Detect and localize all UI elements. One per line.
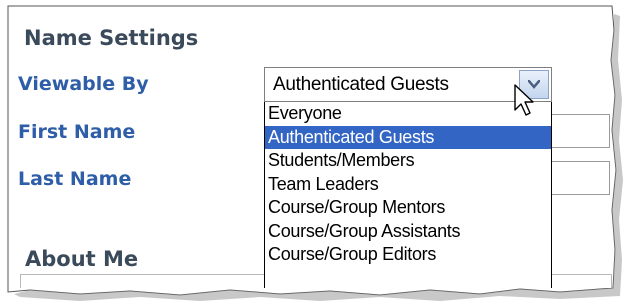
option-everyone[interactable]: Everyone <box>265 102 551 126</box>
viewable-by-select[interactable]: Authenticated Guests <box>264 67 552 102</box>
last-name-input[interactable] <box>548 161 610 195</box>
about-me-title: About Me <box>25 247 139 271</box>
option-course-group-mentors[interactable]: Course/Group Mentors <box>265 196 551 220</box>
first-name-label: First Name <box>18 121 136 143</box>
select-value: Authenticated Guests <box>273 74 449 95</box>
section-title: Name Settings <box>24 26 199 50</box>
option-students-members[interactable]: Students/Members <box>265 149 551 173</box>
mouse-pointer-icon <box>514 84 534 116</box>
option-course-group-editors[interactable]: Course/Group Editors <box>265 243 551 267</box>
option-team-leaders[interactable]: Team Leaders <box>265 173 551 197</box>
name-settings-panel: Name Settings Viewable By First Name Las… <box>8 10 612 288</box>
first-name-input[interactable] <box>548 114 610 148</box>
last-name-label: Last Name <box>18 168 132 190</box>
option-course-group-assistants[interactable]: Course/Group Assistants <box>265 220 551 244</box>
viewable-by-options: Everyone Authenticated Guests Students/M… <box>264 102 552 288</box>
option-authenticated-guests[interactable]: Authenticated Guests <box>265 125 551 149</box>
viewable-by-label: Viewable By <box>18 73 149 95</box>
